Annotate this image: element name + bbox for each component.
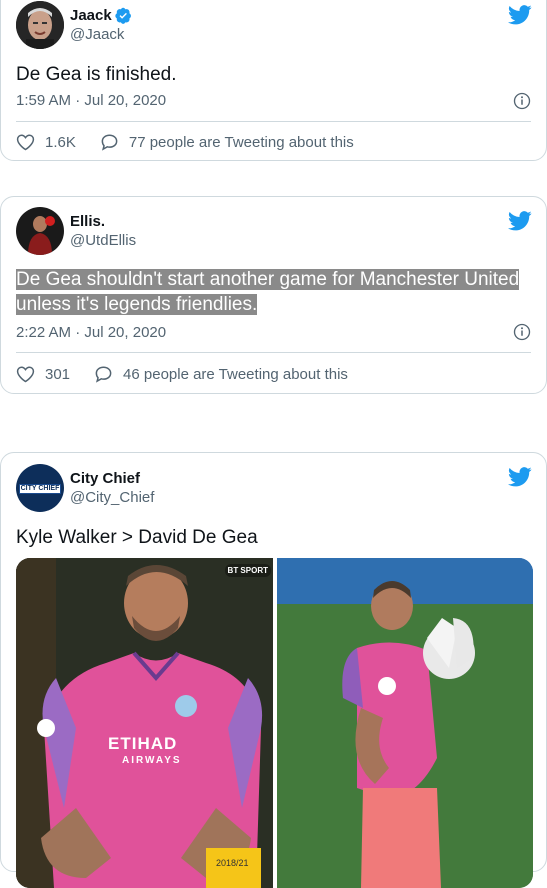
divider xyxy=(16,352,531,353)
info-icon[interactable] xyxy=(513,323,531,341)
like-button[interactable]: 301 xyxy=(16,365,70,383)
avatar[interactable] xyxy=(16,1,64,49)
kit-sponsor: ETIHAD xyxy=(108,734,178,753)
media-photo-right[interactable] xyxy=(277,558,533,888)
reply-bubble-icon xyxy=(101,134,118,151)
tweet-text: De Gea is finished. xyxy=(16,64,177,85)
like-count: 1.6K xyxy=(45,133,76,151)
tweet-timestamp[interactable]: 1:59 AM · Jul 20, 2020 xyxy=(16,92,166,109)
media-photo-left[interactable]: ETIHAD AIRWAYS 2018/21 BT SPORT xyxy=(16,558,273,888)
tweet-card[interactable]: CITY CHIEF City Chief @City_Chief Kyle W… xyxy=(0,452,547,888)
user-handle[interactable]: @Jaack xyxy=(70,25,132,44)
tweet-card[interactable]: Jaack @Jaack De Gea is finished. 1:59 AM… xyxy=(0,0,547,161)
display-name-text[interactable]: Ellis. xyxy=(70,212,105,231)
conversation-link[interactable]: 77 people are Tweeting about this xyxy=(100,133,354,151)
tweet-header: Jaack @Jaack xyxy=(16,1,132,49)
heart-icon xyxy=(16,134,35,151)
avatar[interactable] xyxy=(16,207,64,255)
display-name[interactable]: Jaack xyxy=(70,6,132,25)
verified-badge-icon xyxy=(115,7,131,24)
reply-bubble-icon xyxy=(95,366,112,383)
tweet-text-line: unless it's legends friendlies. xyxy=(16,294,258,315)
display-name-text[interactable]: Jaack xyxy=(70,6,112,25)
conversation-text: 46 people are Tweeting about this xyxy=(123,365,348,383)
tweet-timestamp[interactable]: 2:22 AM · Jul 20, 2020 xyxy=(16,324,166,341)
info-icon[interactable] xyxy=(513,92,531,110)
conversation-link[interactable]: 46 people are Tweeting about this xyxy=(94,365,348,383)
twitter-bird-icon[interactable] xyxy=(508,211,532,231)
avatar-text: CITY CHIEF xyxy=(20,485,60,492)
conversation-text: 77 people are Tweeting about this xyxy=(128,133,354,151)
kit-sponsor-sub: AIRWAYS xyxy=(122,755,182,766)
heart-icon xyxy=(16,366,35,383)
like-button[interactable]: 1.6K xyxy=(16,133,76,151)
tweet-text-line: De Gea shouldn't start another game for … xyxy=(16,269,520,290)
tweet-actions: 301 46 people are Tweeting about this xyxy=(16,365,372,383)
tweet-text: De Gea shouldn't start another game for … xyxy=(16,267,526,317)
display-name[interactable]: City Chief xyxy=(70,469,154,488)
tweet-header: CITY CHIEF City Chief @City_Chief xyxy=(16,464,154,512)
tweet-card[interactable]: Ellis. @UtdEllis De Gea shouldn't start … xyxy=(0,196,547,394)
divider xyxy=(16,121,531,122)
tweet-header: Ellis. @UtdEllis xyxy=(16,207,136,255)
twitter-bird-icon[interactable] xyxy=(508,5,532,25)
board-text: 2018/21 xyxy=(216,858,249,868)
broadcaster-logo: BT SPORT xyxy=(224,564,271,577)
twitter-bird-icon[interactable] xyxy=(508,467,532,487)
user-handle[interactable]: @City_Chief xyxy=(70,488,154,507)
user-handle[interactable]: @UtdEllis xyxy=(70,231,136,250)
avatar[interactable]: CITY CHIEF xyxy=(16,464,64,512)
display-name-text[interactable]: City Chief xyxy=(70,469,140,488)
tweet-actions: 1.6K 77 people are Tweeting about this xyxy=(16,133,378,151)
like-count: 301 xyxy=(45,365,71,383)
tweet-text: Kyle Walker > David De Gea xyxy=(16,527,258,548)
display-name[interactable]: Ellis. xyxy=(70,212,136,231)
tweet-media[interactable]: ETIHAD AIRWAYS 2018/21 BT SPORT xyxy=(16,558,533,888)
